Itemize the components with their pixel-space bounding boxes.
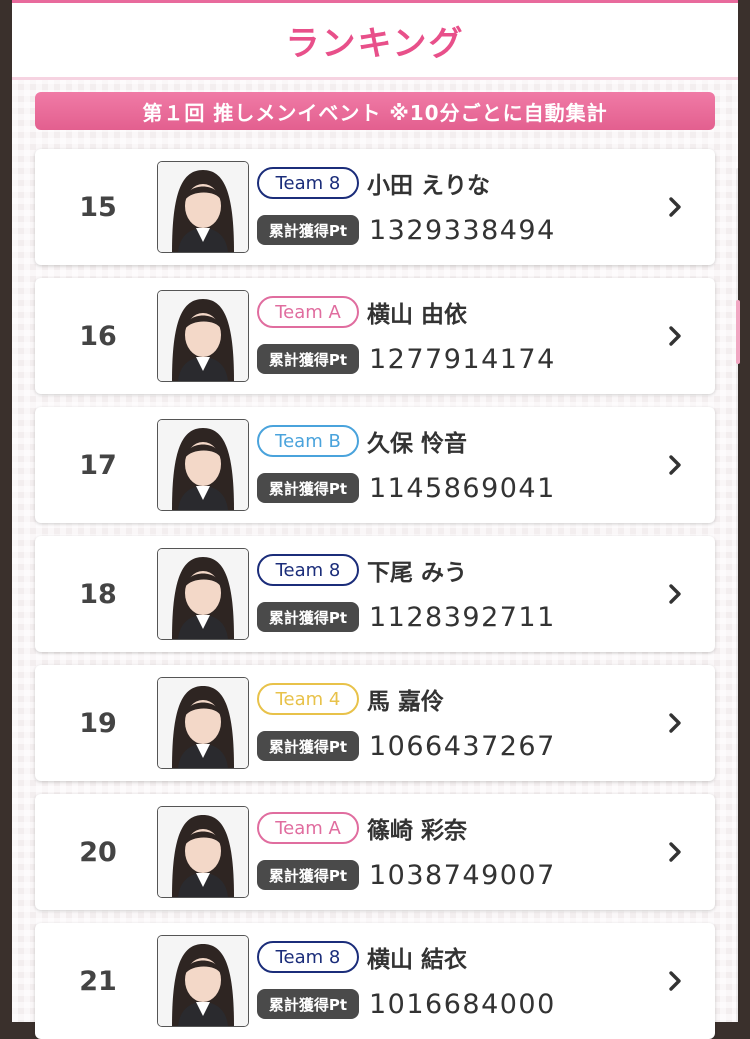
event-banner: 第１回 推しメンイベント ※10分ごとに自動集計 — [35, 92, 715, 130]
ranking-row[interactable]: 15 Team 8 小田 えりな 累計獲得Pt 1329338494 — [35, 149, 715, 265]
cumulative-points-label: 累計獲得Pt — [257, 860, 359, 890]
member-name: 横山 由依 — [367, 302, 468, 328]
cumulative-points-label: 累計獲得Pt — [257, 473, 359, 503]
member-name: 小田 えりな — [367, 173, 491, 199]
chevron-right-icon[interactable] — [663, 840, 687, 864]
rank-number: 16 — [79, 320, 117, 352]
rank-number: 19 — [79, 707, 117, 739]
team-badge: Team 8 — [257, 941, 359, 973]
team-badge: Team A — [257, 812, 359, 844]
member-photo — [157, 548, 249, 640]
cumulative-points-label: 累計獲得Pt — [257, 989, 359, 1019]
chevron-right-icon[interactable] — [663, 582, 687, 606]
page-title: ランキング — [285, 23, 465, 64]
ranking-row[interactable]: 20 Team A 篠崎 彩奈 累計獲得Pt 1038749007 — [35, 794, 715, 910]
chevron-right-icon[interactable] — [663, 711, 687, 735]
member-photo — [157, 290, 249, 382]
member-photo — [157, 161, 249, 253]
cumulative-points-label: 累計獲得Pt — [257, 344, 359, 374]
member-photo — [157, 419, 249, 511]
rank-number: 18 — [79, 578, 117, 610]
points-value: 1329338494 — [369, 214, 556, 246]
points-value: 1145869041 — [369, 472, 556, 504]
team-badge: Team 8 — [257, 167, 359, 199]
ranking-row[interactable]: 17 Team B 久保 怜音 累計獲得Pt 1145869041 — [35, 407, 715, 523]
cumulative-points-label: 累計獲得Pt — [257, 731, 359, 761]
member-name: 馬 嘉伶 — [367, 689, 445, 715]
rank-number: 17 — [79, 449, 117, 481]
rank-number: 20 — [79, 836, 117, 868]
cumulative-points-label: 累計獲得Pt — [257, 602, 359, 632]
ranking-panel: ランキング 第１回 推しメンイベント ※10分ごとに自動集計 15 Team 8… — [12, 0, 740, 1039]
points-value: 1066437267 — [369, 730, 556, 762]
chevron-right-icon[interactable] — [663, 969, 687, 993]
page-header: ランキング — [12, 0, 738, 80]
team-badge: Team 4 — [257, 683, 359, 715]
member-name: 横山 結衣 — [367, 947, 468, 973]
chevron-right-icon[interactable] — [663, 195, 687, 219]
points-value: 1277914174 — [369, 343, 556, 375]
ranking-row[interactable]: 16 Team A 横山 由依 累計獲得Pt 1277914174 — [35, 278, 715, 394]
ranking-row[interactable]: 19 Team 4 馬 嘉伶 累計獲得Pt 1066437267 — [35, 665, 715, 781]
member-name: 篠崎 彩奈 — [367, 818, 468, 844]
team-badge: Team 8 — [257, 554, 359, 586]
rank-number: 15 — [79, 191, 117, 223]
member-photo — [157, 677, 249, 769]
ranking-row[interactable]: 18 Team 8 下尾 みう 累計獲得Pt 1128392711 — [35, 536, 715, 652]
team-badge: Team B — [257, 425, 359, 457]
points-value: 1038749007 — [369, 859, 556, 891]
points-value: 1016684000 — [369, 988, 556, 1020]
cumulative-points-label: 累計獲得Pt — [257, 215, 359, 245]
chevron-right-icon[interactable] — [663, 453, 687, 477]
member-photo — [157, 935, 249, 1027]
member-name: 下尾 みう — [367, 560, 468, 586]
scrollbar-thumb[interactable] — [736, 300, 740, 364]
team-badge: Team A — [257, 296, 359, 328]
points-value: 1128392711 — [369, 601, 556, 633]
chevron-right-icon[interactable] — [663, 324, 687, 348]
member-name: 久保 怜音 — [367, 431, 468, 457]
scrollbar-track[interactable] — [736, 168, 740, 1022]
member-photo — [157, 806, 249, 898]
